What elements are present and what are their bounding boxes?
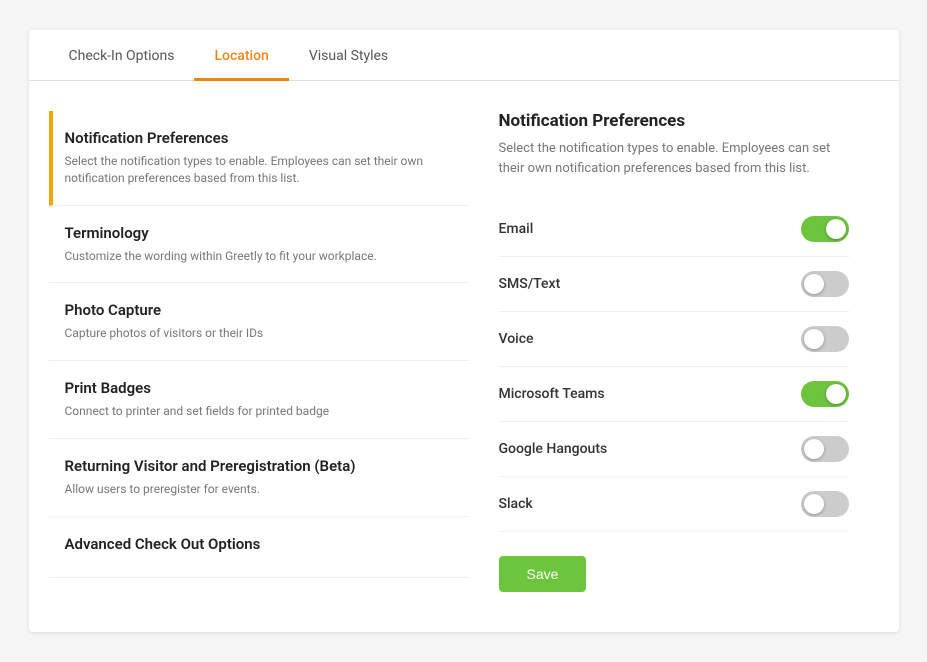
- toggle-row-slack: Slack: [499, 477, 849, 532]
- toggle-microsoft-teams[interactable]: [801, 381, 849, 407]
- sidebar-item-notification-preferences[interactable]: Notification Preferences Select the noti…: [49, 111, 469, 206]
- tabs-bar: Check-In Options Location Visual Styles: [29, 30, 899, 81]
- sidebar-item-desc: Connect to printer and set fields for pr…: [65, 403, 453, 420]
- sidebar-item-desc: Allow users to preregister for events.: [65, 481, 453, 498]
- sidebar-item-title: Returning Visitor and Preregistration (B…: [65, 457, 453, 475]
- sidebar-item-returning-visitor[interactable]: Returning Visitor and Preregistration (B…: [49, 439, 469, 517]
- save-button[interactable]: Save: [499, 556, 587, 592]
- main-content: Notification Preferences Select the noti…: [29, 111, 899, 592]
- sidebar-item-title: Photo Capture: [65, 301, 453, 319]
- toggle-label-slack: Slack: [499, 496, 533, 512]
- toggle-email[interactable]: [801, 216, 849, 242]
- toggle-row-microsoft-teams: Microsoft Teams: [499, 367, 849, 422]
- toggle-google-hangouts[interactable]: [801, 436, 849, 462]
- toggle-row-google-hangouts: Google Hangouts: [499, 422, 849, 477]
- toggle-sms[interactable]: [801, 271, 849, 297]
- tab-visual-styles[interactable]: Visual Styles: [289, 30, 408, 81]
- detail-subtitle: Select the notification types to enable.…: [499, 139, 849, 178]
- toggle-row-voice: Voice: [499, 312, 849, 367]
- toggle-label-sms: SMS/Text: [499, 276, 561, 292]
- toggle-voice[interactable]: [801, 326, 849, 352]
- sidebar-item-title: Print Badges: [65, 379, 453, 397]
- toggle-row-email: Email: [499, 202, 849, 257]
- sidebar-item-advanced-check-out[interactable]: Advanced Check Out Options: [49, 517, 469, 578]
- toggle-label-google-hangouts: Google Hangouts: [499, 441, 608, 457]
- detail-title: Notification Preferences: [499, 111, 849, 131]
- sidebar-item-desc: Customize the wording within Greetly to …: [65, 248, 453, 265]
- toggle-label-microsoft-teams: Microsoft Teams: [499, 386, 605, 402]
- toggle-row-sms: SMS/Text: [499, 257, 849, 312]
- tab-check-in-options[interactable]: Check-In Options: [49, 30, 195, 81]
- sidebar-item-desc: Capture photos of visitors or their IDs: [65, 325, 453, 342]
- settings-page: Check-In Options Location Visual Styles …: [29, 30, 899, 632]
- sidebar-item-desc: Select the notification types to enable.…: [65, 153, 453, 187]
- sidebar-item-title: Advanced Check Out Options: [65, 535, 453, 553]
- sidebar-item-terminology[interactable]: Terminology Customize the wording within…: [49, 206, 469, 284]
- toggle-slack[interactable]: [801, 491, 849, 517]
- detail-panel: Notification Preferences Select the noti…: [469, 111, 879, 592]
- toggle-label-voice: Voice: [499, 331, 534, 347]
- toggle-label-email: Email: [499, 221, 534, 237]
- sidebar-item-photo-capture[interactable]: Photo Capture Capture photos of visitors…: [49, 283, 469, 361]
- sidebar-item-print-badges[interactable]: Print Badges Connect to printer and set …: [49, 361, 469, 439]
- sidebar-item-title: Notification Preferences: [65, 129, 453, 147]
- sidebar: Notification Preferences Select the noti…: [49, 111, 469, 592]
- tab-location[interactable]: Location: [194, 30, 288, 81]
- sidebar-item-title: Terminology: [65, 224, 453, 242]
